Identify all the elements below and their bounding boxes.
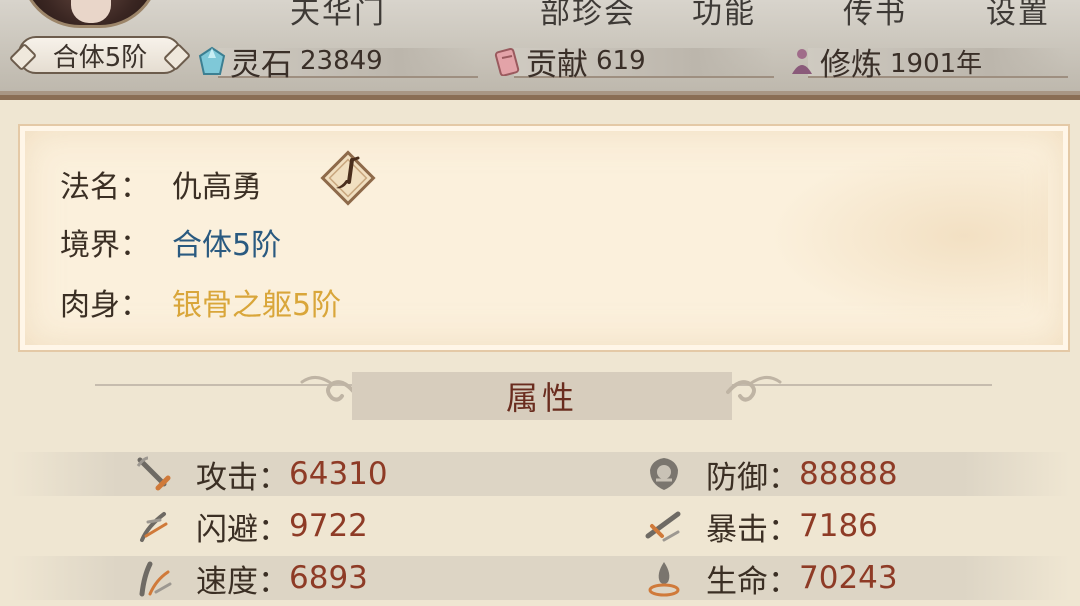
stat-value: 88888	[799, 456, 898, 492]
resource-label: 贡献	[526, 46, 588, 83]
resource-spirit-stone[interactable]: 灵石 23849	[198, 42, 478, 83]
stat-dodge: 闪避： 9722	[134, 504, 368, 548]
stat-life: 生命： 70243	[644, 556, 898, 600]
stat-value: 9722	[289, 508, 368, 544]
profile-card: 法名： 仇高勇 境界： 合体5阶 肉身： 银骨之躯5阶	[18, 124, 1070, 352]
realm-badge[interactable]: 合体5阶	[18, 36, 182, 74]
stat-label: 生命：	[706, 563, 799, 600]
stat-value: 70243	[799, 560, 898, 596]
character-name: 仇高勇	[172, 170, 262, 205]
stat-label: 防御：	[706, 459, 799, 496]
stat-label: 攻击：	[196, 459, 289, 496]
resource-contribution[interactable]: 贡献 619	[494, 42, 774, 83]
body-value: 银骨之躯5阶	[172, 288, 342, 323]
stat-attack: 攻击： 64310	[134, 452, 388, 496]
stat-value: 7186	[799, 508, 878, 544]
sect-name[interactable]: 天华门	[290, 0, 386, 32]
profile-row-name: 法名： 仇高勇	[60, 162, 262, 206]
resource-value: 23849	[300, 46, 383, 76]
resource-label: 修炼	[820, 46, 882, 83]
rename-brush-icon[interactable]	[316, 146, 380, 210]
attack-icon	[136, 456, 171, 491]
stat-defense: 防御： 88888	[644, 452, 898, 496]
resource-cultivation[interactable]: 修炼 1901年	[788, 42, 1068, 83]
cloud-swirl-icon	[300, 376, 356, 402]
crit-icon	[645, 511, 681, 542]
contribution-icon	[494, 48, 520, 76]
realm-label: 境界：	[60, 228, 150, 263]
body-label: 肉身：	[60, 288, 150, 323]
stat-label: 闪避：	[196, 511, 289, 548]
stat-label: 速度：	[196, 563, 289, 600]
nav-item-messages[interactable]: 传书	[843, 0, 907, 32]
stat-value: 64310	[289, 456, 388, 492]
profile-row-realm: 境界： 合体5阶	[60, 220, 281, 264]
stat-label: 暴击：	[706, 511, 799, 548]
stat-value: 6893	[289, 560, 368, 596]
speed-icon	[139, 561, 172, 597]
nav-item-settings[interactable]: 设置	[986, 0, 1050, 32]
cultivation-icon	[792, 49, 812, 74]
stat-speed: 速度： 6893	[134, 556, 368, 600]
avatar[interactable]	[20, 0, 160, 28]
profile-row-body: 肉身： 银骨之躯5阶	[60, 280, 341, 324]
dodge-icon	[140, 512, 168, 542]
resource-label: 灵石	[230, 46, 292, 83]
resource-value: 619	[596, 46, 646, 76]
name-label: 法名：	[60, 170, 150, 205]
stat-crit: 暴击： 7186	[644, 504, 878, 548]
top-bar: 天华门 部珍会 功能 传书 设置 合体5阶 灵石 23849 贡献 619 修炼…	[0, 0, 1080, 100]
attributes-title: 属性	[505, 379, 578, 417]
attributes-banner: 属性	[352, 372, 732, 420]
resource-value: 1901年	[890, 48, 983, 79]
cloud-swirl-icon	[726, 376, 782, 402]
spirit-stone-icon	[198, 46, 226, 75]
nav-item-treasure[interactable]: 部珍会	[540, 0, 636, 32]
life-icon	[648, 562, 680, 597]
defense-icon	[650, 458, 678, 490]
nav-item-functions[interactable]: 功能	[692, 0, 756, 32]
realm-value: 合体5阶	[172, 228, 282, 263]
